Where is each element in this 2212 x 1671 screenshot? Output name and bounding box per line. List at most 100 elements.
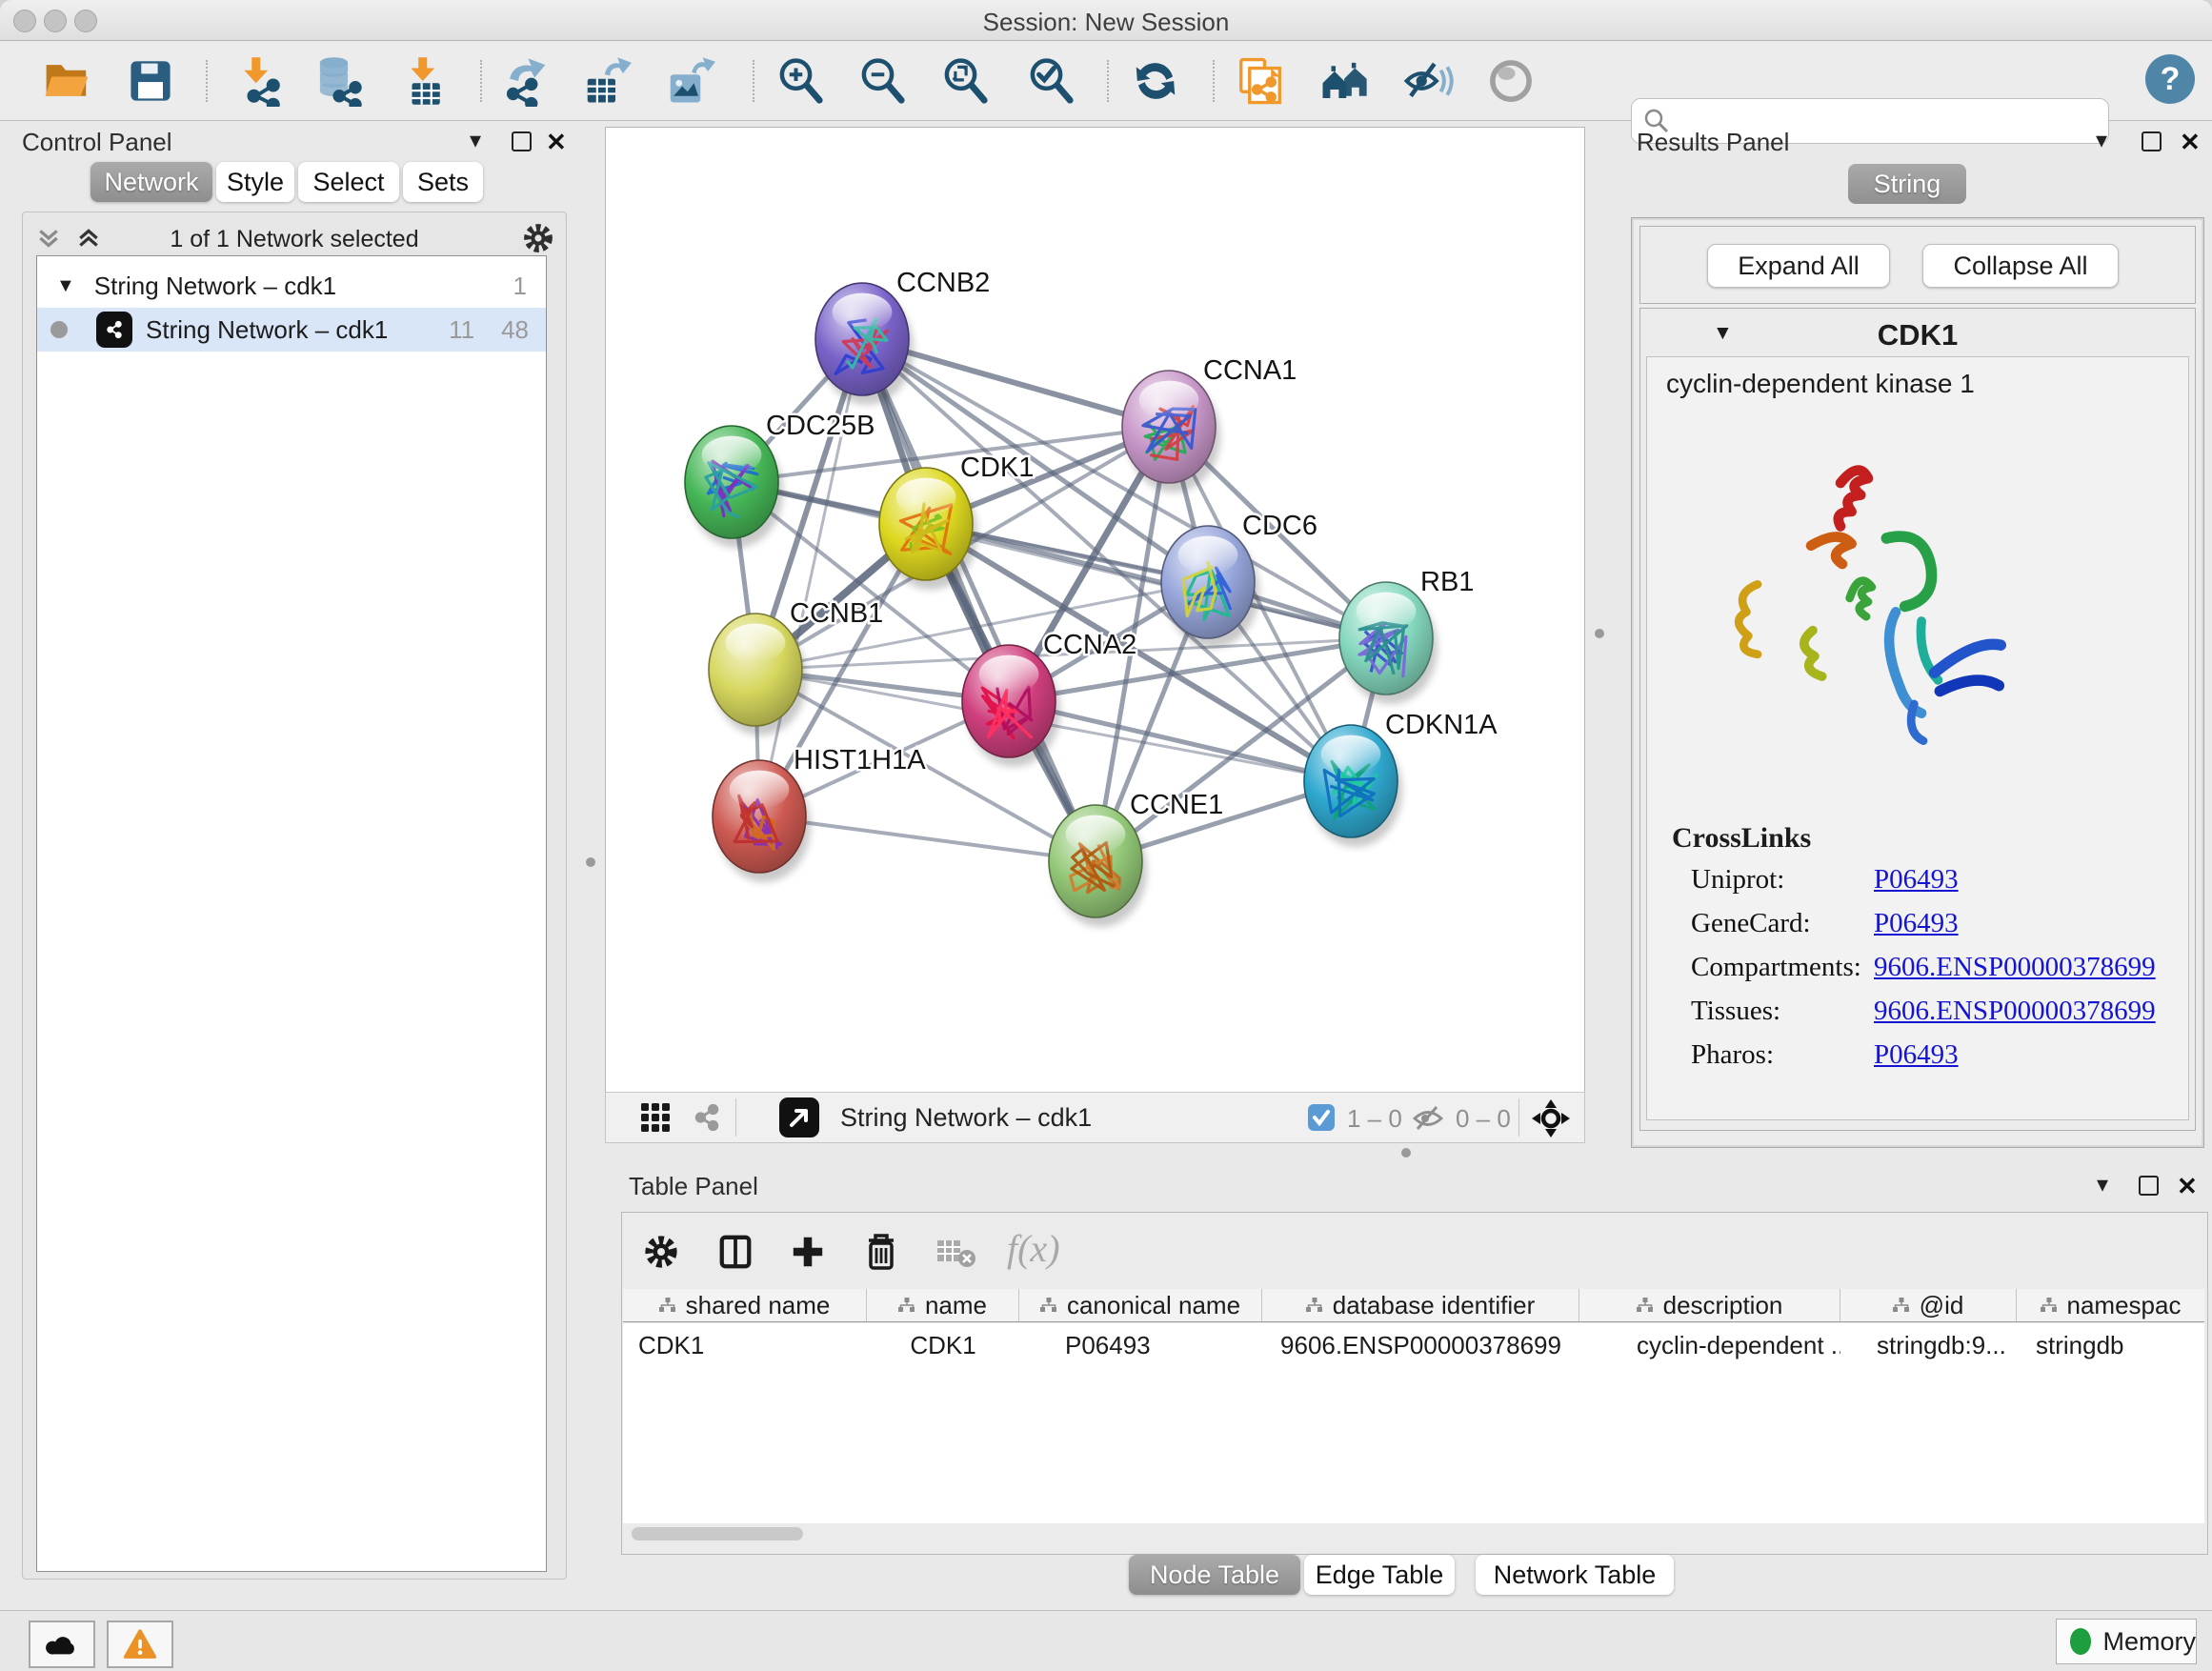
- save-session-icon[interactable]: [124, 54, 177, 108]
- table-cell[interactable]: CDK1: [867, 1323, 1019, 1360]
- vertical-splitter-grip[interactable]: [1595, 629, 1604, 638]
- network-node-CDC25B[interactable]: [685, 426, 778, 538]
- zoom-fit-icon[interactable]: [938, 54, 992, 108]
- close-panel-icon[interactable]: ✕: [2180, 128, 2201, 157]
- crosslink-label: Uniprot:: [1691, 864, 1874, 908]
- add-column-icon[interactable]: [790, 1234, 826, 1275]
- crosslink-link[interactable]: 9606.ENSP00000378699: [1874, 996, 2156, 1039]
- table-cell[interactable]: stringdb:9...: [1840, 1323, 2017, 1360]
- grid-view-icon[interactable]: [640, 1102, 671, 1137]
- float-panel-icon[interactable]: ▾: [2097, 1174, 2108, 1197]
- horizontal-scrollbar[interactable]: [632, 1527, 803, 1540]
- warnings-button[interactable]: [107, 1621, 173, 1668]
- hidden-eye-icon[interactable]: [1412, 1104, 1444, 1137]
- network-node-CDC6[interactable]: [1161, 526, 1255, 638]
- apply-layout-icon[interactable]: [1129, 54, 1182, 108]
- tab-sets[interactable]: Sets: [403, 162, 483, 202]
- tab-style[interactable]: Style: [216, 162, 294, 202]
- vertical-splitter-grip[interactable]: [586, 857, 595, 867]
- close-panel-icon[interactable]: ✕: [2177, 1172, 2198, 1201]
- birds-eye-view-icon[interactable]: [779, 1097, 819, 1137]
- selected-counts: 1 – 0: [1347, 1104, 1402, 1134]
- network-node-RB1[interactable]: [1339, 582, 1433, 695]
- hide-selected-eye-icon[interactable]: [1401, 54, 1455, 108]
- crosslink-link[interactable]: P06493: [1874, 1039, 1959, 1083]
- network-node-CDK1[interactable]: [879, 468, 973, 580]
- tab-string[interactable]: String: [1848, 164, 1966, 204]
- close-panel-icon[interactable]: ✕: [546, 128, 567, 157]
- network-edge[interactable]: [926, 524, 1386, 638]
- column-header[interactable]: @id: [1840, 1289, 2017, 1321]
- maximize-panel-icon[interactable]: [2142, 131, 2162, 151]
- export-table-icon[interactable]: [580, 54, 633, 108]
- import-network-file-icon[interactable]: [231, 54, 285, 108]
- gear-icon[interactable]: [643, 1234, 679, 1275]
- crosslink-link[interactable]: P06493: [1874, 908, 1959, 952]
- import-network-database-icon[interactable]: [312, 54, 365, 108]
- node-label: CCNA1: [1203, 355, 1297, 386]
- tab-select[interactable]: Select: [298, 162, 399, 202]
- zoom-in-icon[interactable]: [774, 54, 827, 108]
- expand-all-button[interactable]: Expand All: [1707, 244, 1890, 288]
- table-cell[interactable]: stringdb: [2017, 1323, 2204, 1360]
- table-cell[interactable]: CDK1: [623, 1323, 867, 1360]
- export-image-icon[interactable]: [663, 54, 716, 108]
- results-button-bar: Expand All Collapse All: [1639, 226, 2196, 304]
- tab-edge-table[interactable]: Edge Table: [1304, 1555, 1455, 1595]
- column-header[interactable]: canonical name: [1019, 1289, 1262, 1321]
- maximize-panel-icon[interactable]: [2139, 1176, 2159, 1196]
- network-collection-row[interactable]: ▼ String Network – cdk1 1: [37, 264, 546, 308]
- open-session-icon[interactable]: [40, 54, 93, 108]
- maximize-panel-icon[interactable]: [512, 131, 532, 151]
- crosslink-link[interactable]: 9606.ENSP00000378699: [1874, 952, 2156, 996]
- tab-network[interactable]: Network: [90, 162, 212, 202]
- network-list-icon[interactable]: [692, 1102, 722, 1137]
- network-row-selected[interactable]: String Network – cdk1 11 48: [37, 308, 546, 352]
- import-table-file-icon[interactable]: [398, 54, 452, 108]
- column-header[interactable]: namespac: [2017, 1289, 2204, 1321]
- table-header-row: shared name name canonical name database…: [623, 1289, 2204, 1322]
- network-canvas[interactable]: CCNB2CCNA1CDC25BCDK1CDC6RB1CCNB1CCNA2CDK…: [605, 127, 1585, 1094]
- automation-cloud-button[interactable]: [29, 1621, 95, 1668]
- show-all-houses-icon[interactable]: [1317, 54, 1371, 108]
- network-node-CDKN1A[interactable]: [1304, 725, 1398, 837]
- selected-checkbox-icon[interactable]: [1307, 1103, 1336, 1137]
- hidden-counts: 0 – 0: [1456, 1104, 1511, 1134]
- network-node-CCNE1[interactable]: [1049, 805, 1142, 917]
- network-node-CCNB1[interactable]: [709, 614, 802, 726]
- network-node-CCNB2[interactable]: [815, 283, 909, 395]
- float-panel-icon[interactable]: ▾: [470, 130, 481, 152]
- column-header[interactable]: shared name: [623, 1289, 867, 1321]
- table-cell[interactable]: P06493: [1019, 1323, 1262, 1360]
- column-header[interactable]: name: [867, 1289, 1019, 1321]
- column-header[interactable]: database identifier: [1262, 1289, 1579, 1321]
- gear-icon[interactable]: [522, 222, 554, 259]
- help-button[interactable]: ?: [2145, 54, 2195, 104]
- float-panel-icon[interactable]: ▾: [2096, 130, 2107, 152]
- column-header[interactable]: description: [1579, 1289, 1840, 1321]
- table-cell[interactable]: cyclin-dependent ...: [1579, 1323, 1840, 1360]
- network-selection-status: 1 of 1 Network selected: [23, 226, 566, 253]
- zoom-out-icon[interactable]: [855, 54, 909, 108]
- node-label: CCNB2: [896, 268, 990, 298]
- zoom-selected-icon[interactable]: [1024, 54, 1077, 108]
- delete-column-icon[interactable]: [862, 1232, 900, 1277]
- table-cell[interactable]: 9606.ENSP00000378699: [1262, 1323, 1579, 1360]
- network-edge[interactable]: [862, 339, 1096, 861]
- network-node-CCNA2[interactable]: [962, 645, 1056, 757]
- tab-node-table[interactable]: Node Table: [1129, 1555, 1300, 1595]
- crosslink-label: Pharos:: [1691, 1039, 1874, 1083]
- crosslink-link[interactable]: P06493: [1874, 864, 1959, 908]
- network-graph[interactable]: CCNB2CCNA1CDC25BCDK1CDC6RB1CCNB1CCNA2CDK…: [606, 128, 1584, 1093]
- fit-content-crosshair-icon[interactable]: [1532, 1099, 1570, 1142]
- network-node-HIST1H1A[interactable]: [713, 760, 806, 873]
- tab-network-table[interactable]: Network Table: [1476, 1555, 1674, 1595]
- collapse-all-button[interactable]: Collapse All: [1922, 244, 2119, 288]
- export-network-icon[interactable]: [498, 54, 552, 108]
- select-columns-icon[interactable]: [717, 1234, 754, 1275]
- preview-eye-icon[interactable]: [1484, 54, 1538, 108]
- network-node-CCNA1[interactable]: [1122, 371, 1216, 483]
- clone-network-icon[interactable]: [1234, 54, 1287, 108]
- memory-button[interactable]: Memory: [2056, 1619, 2197, 1664]
- collapse-arrow-icon[interactable]: ▼: [56, 275, 75, 297]
